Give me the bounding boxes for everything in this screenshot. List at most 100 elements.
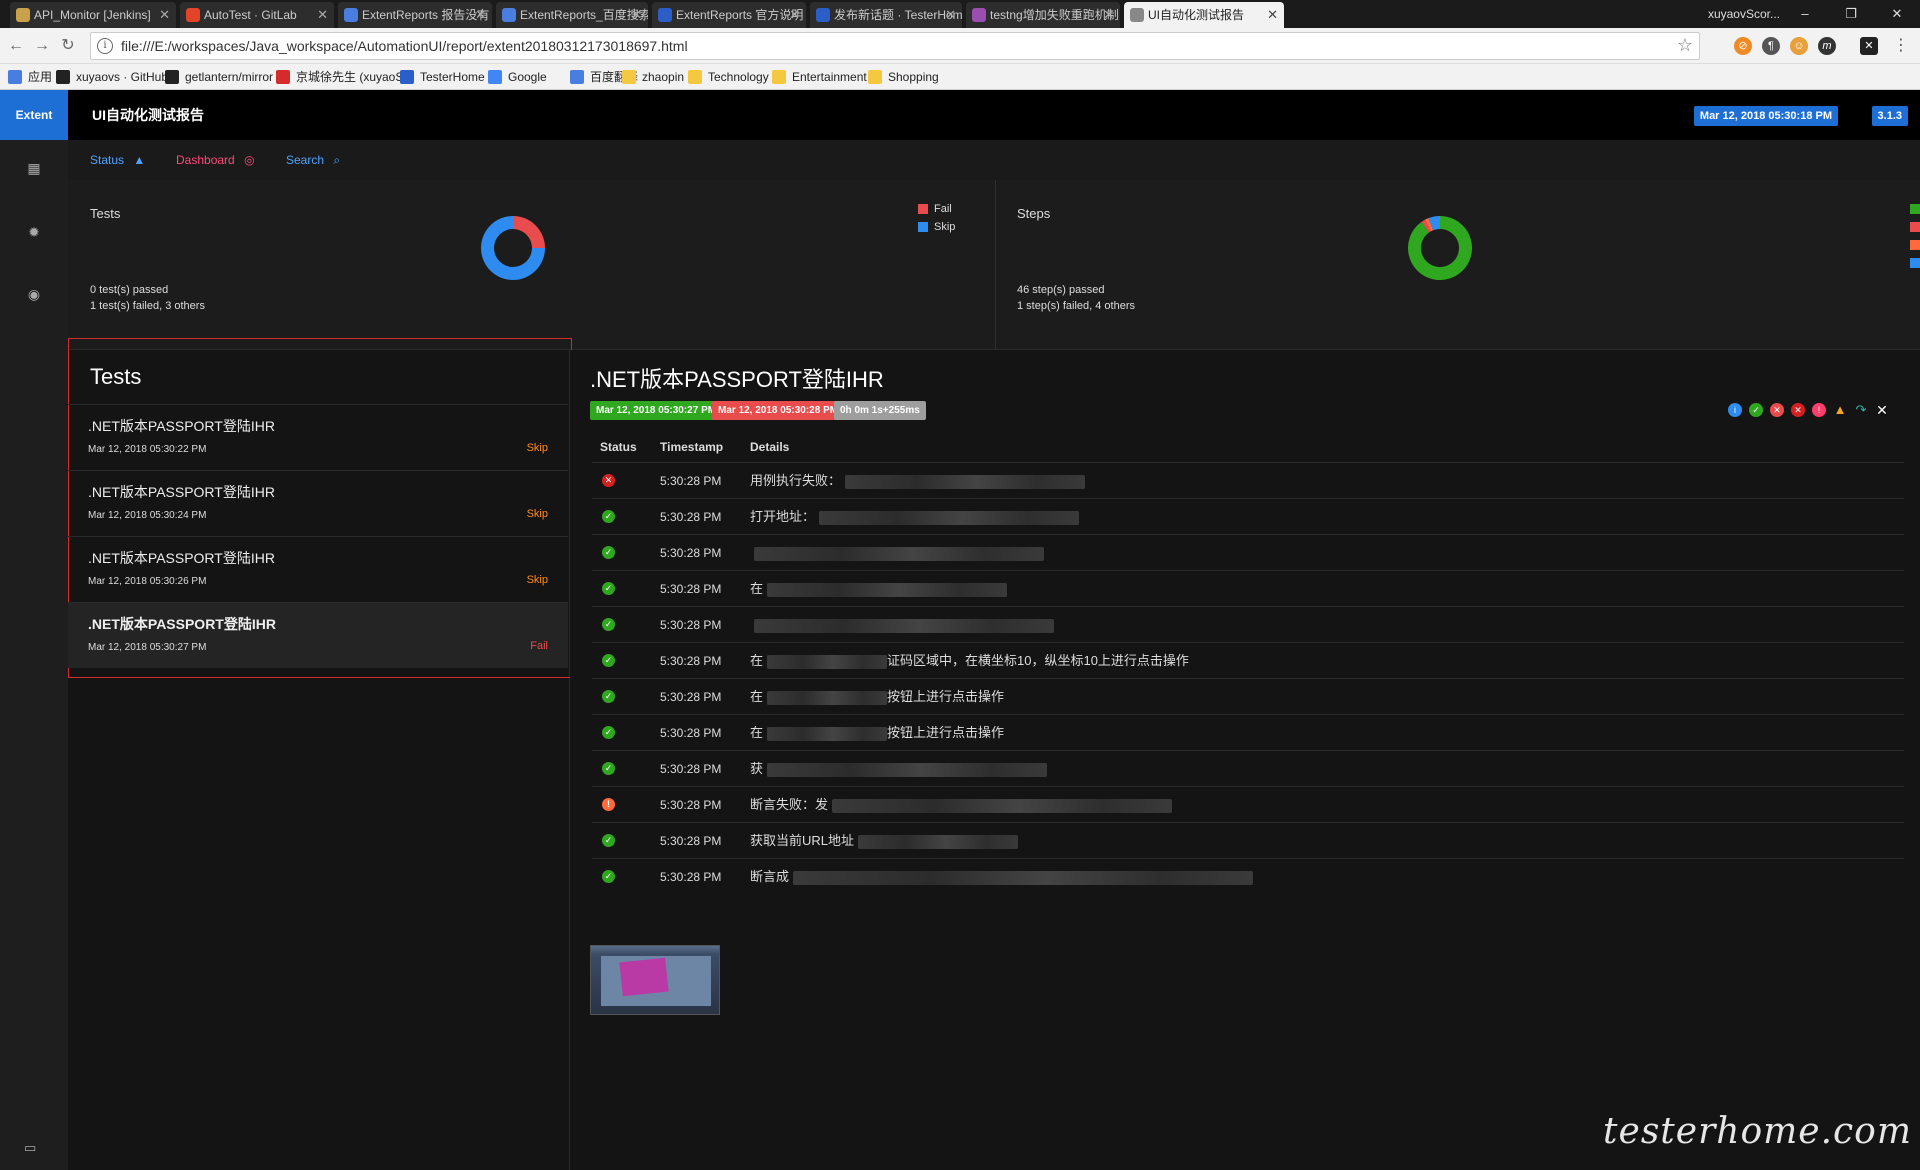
test-item[interactable]: .NET版本PASSPORT登陆IHR Mar 12, 2018 05:30:27…: [68, 602, 568, 668]
clear-filter-icon[interactable]: ✕: [1875, 403, 1889, 417]
extension-4-icon[interactable]: m: [1818, 37, 1836, 55]
extension-1-icon[interactable]: ⊘: [1734, 37, 1752, 55]
extension-2-icon[interactable]: ¶: [1762, 37, 1780, 55]
browser-tab[interactable]: AutoTest · GitLab ✕: [180, 2, 334, 28]
skip-filter-icon[interactable]: ↷: [1854, 403, 1868, 417]
top-bar: UI自动化测试报告 Mar 12, 2018 05:30:18 PM 3.1.3: [68, 90, 1920, 140]
tab-close-icon[interactable]: ✕: [1103, 2, 1114, 28]
tab-close-icon[interactable]: ✕: [1267, 2, 1278, 28]
step-details: 打开地址：: [750, 499, 1080, 535]
tab-close-icon[interactable]: ✕: [317, 2, 328, 28]
browser-tab[interactable]: ExtentReports 官方说明 ✕: [652, 2, 806, 28]
step-details-text: 在: [750, 581, 764, 596]
step-row: ✓ 5:30:28 PM 在 按钮上进行点击操作: [592, 714, 1904, 750]
tab-close-icon[interactable]: ✕: [475, 2, 486, 28]
bookmark-icon: [488, 70, 502, 84]
step-details: 在: [750, 571, 1008, 607]
tab-favicon: [186, 8, 200, 22]
browser-tab[interactable]: UI自动化测试报告 ✕: [1124, 2, 1284, 28]
step-details-text: 获: [750, 761, 764, 776]
warning-filter-icon[interactable]: ▲: [1833, 403, 1847, 417]
browser-tab[interactable]: ExtentReports 报告没有 ✕: [338, 2, 492, 28]
tab-close-icon[interactable]: ✕: [159, 2, 170, 28]
pass-status-icon: ✓: [602, 654, 615, 667]
fail-filter-icon[interactable]: ✕: [1770, 403, 1784, 417]
minimize-icon[interactable]: –: [1782, 0, 1828, 28]
status-filter[interactable]: Status ▲: [90, 140, 145, 180]
step-timestamp: 5:30:28 PM: [660, 834, 722, 848]
bookmark-item[interactable]: zhaopin: [622, 64, 684, 90]
tab-close-icon[interactable]: ✕: [631, 2, 642, 28]
back-icon[interactable]: ←: [6, 36, 26, 56]
test-time: Mar 12, 2018 05:30:26 PM: [88, 576, 207, 587]
monitor-icon[interactable]: ▭: [24, 1140, 36, 1156]
test-status-label: Skip: [526, 442, 548, 454]
tab-title: ExtentReports_百度搜索: [520, 8, 648, 22]
step-details: 获取当前URL地址: [750, 823, 1019, 859]
url-input[interactable]: i file:///E:/workspaces/Java_workspace/A…: [90, 32, 1700, 60]
step-row: ✓ 5:30:28 PM: [592, 534, 1904, 570]
error-filter-icon[interactable]: !: [1812, 403, 1826, 417]
search-toggle-label: Search: [286, 153, 325, 167]
tab-title: 发布新话题 · TesterHom: [834, 8, 962, 22]
bookmark-item[interactable]: xuyaovs · GitHub: [56, 64, 168, 90]
search-toggle[interactable]: Search ⌕: [286, 140, 340, 180]
test-name: .NET版本PASSPORT登陆IHR: [88, 418, 275, 434]
tab-title: UI自动化测试报告: [1148, 8, 1245, 22]
extent-logo[interactable]: Extent: [0, 90, 68, 140]
extension-5-icon[interactable]: ✕: [1860, 37, 1878, 55]
info-icon[interactable]: i: [97, 38, 113, 54]
bookmark-item[interactable]: 京城徐先生 (xuyaoS: [276, 64, 403, 90]
tab-close-icon[interactable]: ✕: [945, 2, 956, 28]
legend-swatch: [918, 204, 928, 214]
step-details-text: 用例执行失败：: [750, 473, 842, 488]
restore-icon[interactable]: ❐: [1828, 0, 1874, 28]
forward-icon[interactable]: →: [32, 36, 52, 56]
dashboard-grid-icon[interactable]: ▦: [24, 158, 44, 178]
test-item[interactable]: .NET版本PASSPORT登陆IHR Mar 12, 2018 05:30:22…: [68, 404, 568, 470]
pass-status-icon: ✓: [602, 546, 615, 559]
step-timestamp: 5:30:28 PM: [660, 618, 722, 632]
bookmark-item[interactable]: 应用: [8, 64, 52, 90]
legend-item: Fail: [918, 200, 955, 218]
url-text[interactable]: file:///E:/workspaces/Java_workspace/Aut…: [121, 33, 688, 59]
bookmark-item[interactable]: Technology: [688, 64, 769, 90]
bookmark-item[interactable]: Entertainment: [772, 64, 867, 90]
extension-3-icon[interactable]: ☺: [1790, 37, 1808, 55]
browser-tab[interactable]: testng增加失败重跑机制 ✕: [966, 2, 1120, 28]
browser-tab[interactable]: ExtentReports_百度搜索 ✕: [496, 2, 648, 28]
timestamp-header: Timestamp: [660, 440, 724, 454]
report-time-badge: Mar 12, 2018 05:30:18 PM: [1693, 106, 1838, 126]
browser-tab[interactable]: API_Monitor [Jenkins] ✕: [10, 2, 176, 28]
pass-filter-icon[interactable]: ✓: [1749, 403, 1763, 417]
reload-icon[interactable]: ↻: [58, 36, 78, 56]
tab-close-icon[interactable]: ✕: [789, 2, 800, 28]
steps-donut-chart: [1408, 216, 1472, 280]
bookmark-item[interactable]: getlantern/mirror: [165, 64, 273, 90]
screenshot-thumbnail[interactable]: [590, 945, 720, 1015]
bookmark-item[interactable]: Shopping: [868, 64, 939, 90]
close-window-icon[interactable]: ✕: [1874, 0, 1920, 28]
info-filter-icon[interactable]: i: [1728, 403, 1742, 417]
menu-icon[interactable]: ⋮: [1892, 37, 1910, 55]
bookmark-label: getlantern/mirror: [185, 70, 274, 84]
bookmark-star-icon[interactable]: ☆: [1677, 35, 1693, 56]
profile-name[interactable]: xuyaovScor...: [1708, 0, 1780, 28]
fatal-filter-icon[interactable]: ✕: [1791, 403, 1805, 417]
bug-icon[interactable]: ✹: [24, 222, 44, 242]
tests-summary: Tests Fail Skip 0 test(s) passed 1 test(s…: [68, 180, 995, 350]
watermark: testerhome.com: [1603, 1111, 1912, 1152]
test-item[interactable]: .NET版本PASSPORT登陆IHR Mar 12, 2018 05:30:24…: [68, 470, 568, 536]
redacted-text: [845, 474, 1086, 489]
bookmark-item[interactable]: Google: [488, 64, 547, 90]
dashboard-toggle[interactable]: Dashboard ◎: [176, 140, 255, 180]
step-timestamp: 5:30:28 PM: [660, 546, 722, 560]
bookmark-item[interactable]: TesterHome: [400, 64, 485, 90]
gauge-icon[interactable]: ◉: [24, 284, 44, 304]
test-item[interactable]: .NET版本PASSPORT登陆IHR Mar 12, 2018 05:30:26…: [68, 536, 568, 602]
browser-tab[interactable]: 发布新话题 · TesterHom ✕: [810, 2, 962, 28]
tests-passed-text: 0 test(s) passed: [90, 284, 169, 296]
step-details-suffix: 按钮上进行点击操作: [887, 725, 1005, 740]
tab-title: AutoTest · GitLab: [204, 8, 297, 22]
test-detail: .NET版本PASSPORT登陆IHR Mar 12, 2018 05:30:2…: [570, 350, 1920, 1170]
